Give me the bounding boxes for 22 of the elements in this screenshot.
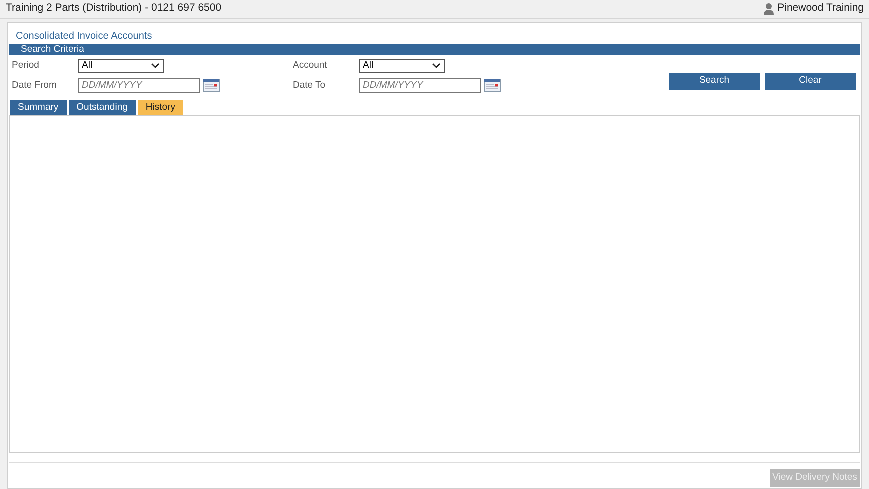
date-field[interactable]: DD/MM/YYYY bbox=[359, 78, 481, 94]
user-icon bbox=[763, 3, 776, 15]
page-title: Consolidated Invoice Accounts bbox=[16, 31, 152, 42]
caret-icon bbox=[432, 63, 441, 70]
tab[interactable]: Outstanding bbox=[68, 100, 136, 116]
date-field[interactable]: DD/MM/YYYY bbox=[78, 78, 200, 94]
tab[interactable]: History bbox=[138, 100, 184, 116]
calendar-icon[interactable] bbox=[202, 79, 220, 92]
dropdown[interactable]: All bbox=[359, 59, 445, 74]
field-label: Account bbox=[293, 59, 328, 73]
tab[interactable]: Summary bbox=[10, 100, 67, 116]
field-label: Date From bbox=[12, 78, 58, 93]
field-label: Period bbox=[12, 59, 40, 73]
section-header: Search Criteria bbox=[9, 44, 860, 55]
field-label: Date To bbox=[293, 78, 327, 93]
caret-icon bbox=[151, 63, 160, 70]
window-title: Training 2 Parts (Distribution) - 0121 697 6500 bbox=[6, 1, 222, 16]
dropdown[interactable]: All bbox=[78, 59, 164, 74]
search-button[interactable]: Search bbox=[669, 73, 760, 90]
calendar-icon[interactable] bbox=[484, 79, 500, 92]
clear-button[interactable]: Clear bbox=[765, 73, 856, 90]
user-name: Pinewood Training bbox=[778, 1, 864, 16]
